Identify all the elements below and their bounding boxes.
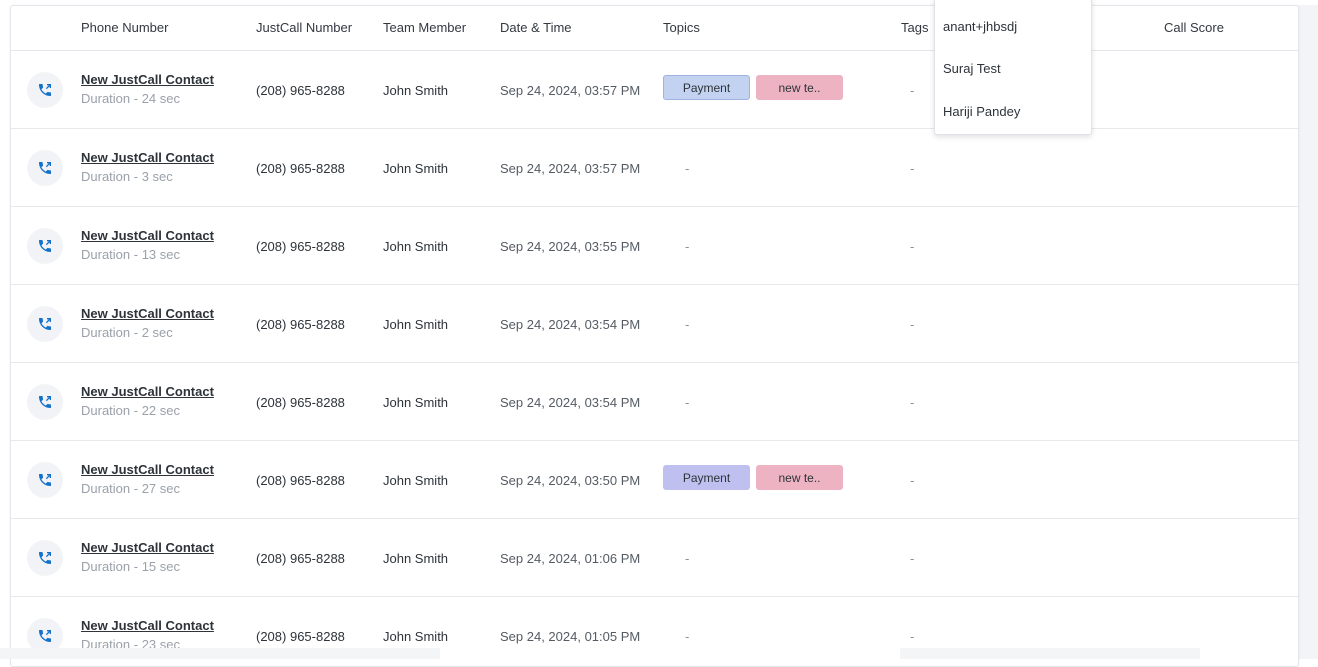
topics-empty: -: [685, 161, 690, 176]
topics-empty: -: [685, 317, 690, 332]
contact-name-link[interactable]: New JustCall Contact: [81, 306, 214, 321]
topics-empty: -: [685, 239, 690, 254]
team-member: John Smith: [383, 395, 449, 410]
team-member: John Smith: [383, 317, 449, 332]
call-log-table: Phone Number JustCall Number Team Member…: [10, 5, 1299, 667]
column-header-team-member[interactable]: Team Member: [383, 20, 466, 35]
incoming-call-icon[interactable]: [27, 540, 63, 576]
contact-name-link[interactable]: New JustCall Contact: [81, 384, 214, 399]
bottom-bar: [900, 648, 1200, 659]
tags-value: -: [910, 629, 915, 644]
incoming-call-icon[interactable]: [27, 384, 63, 420]
dropdown-option[interactable]: anant+jhbsdj: [943, 19, 1017, 34]
table-row[interactable]: New JustCall Contact Duration - 13 sec (…: [11, 207, 1298, 285]
date-time: Sep 24, 2024, 01:05 PM: [500, 629, 641, 644]
topic-badge-new[interactable]: new te..: [756, 465, 843, 490]
incoming-call-icon[interactable]: [27, 150, 63, 186]
justcall-number: (208) 965-8288: [256, 317, 345, 332]
team-member: John Smith: [383, 161, 449, 176]
table-header: Phone Number JustCall Number Team Member…: [11, 6, 1298, 51]
justcall-number: (208) 965-8288: [256, 395, 345, 410]
table-row[interactable]: New JustCall Contact Duration - 15 sec (…: [11, 519, 1298, 597]
date-time: Sep 24, 2024, 01:06 PM: [500, 551, 641, 566]
justcall-number: (208) 965-8288: [256, 161, 345, 176]
topic-badge-payment[interactable]: Payment: [663, 75, 750, 100]
team-member: John Smith: [383, 239, 449, 254]
call-duration: Duration - 27 sec: [81, 481, 180, 496]
table-row[interactable]: New JustCall Contact Duration - 27 sec (…: [11, 441, 1298, 519]
tags-value: -: [910, 395, 915, 410]
tags-value: -: [910, 317, 915, 332]
contact-name-link[interactable]: New JustCall Contact: [81, 540, 214, 555]
call-duration: Duration - 2 sec: [81, 325, 173, 340]
justcall-number: (208) 965-8288: [256, 629, 345, 644]
table-row[interactable]: New JustCall Contact Duration - 2 sec (2…: [11, 285, 1298, 363]
justcall-number: (208) 965-8288: [256, 239, 345, 254]
topics-empty: -: [685, 551, 690, 566]
incoming-call-icon[interactable]: [27, 462, 63, 498]
call-duration: Duration - 13 sec: [81, 247, 180, 262]
justcall-number: (208) 965-8288: [256, 83, 345, 98]
scroll-gutter: [1297, 5, 1318, 659]
call-duration: Duration - 3 sec: [81, 169, 173, 184]
dropdown-option[interactable]: Hariji Pandey: [943, 104, 1020, 119]
team-member: John Smith: [383, 629, 449, 644]
column-header-phone-number[interactable]: Phone Number: [81, 20, 168, 35]
column-header-topics[interactable]: Topics: [663, 20, 700, 35]
tags-value: -: [910, 551, 915, 566]
call-duration: Duration - 15 sec: [81, 559, 180, 574]
topic-badge-new[interactable]: new te..: [756, 75, 843, 100]
contact-name-link[interactable]: New JustCall Contact: [81, 618, 214, 633]
tags-value: -: [910, 83, 915, 98]
tags-value: -: [910, 473, 915, 488]
team-member: John Smith: [383, 551, 449, 566]
table-row[interactable]: New JustCall Contact Duration - 24 sec (…: [11, 51, 1298, 129]
date-time: Sep 24, 2024, 03:54 PM: [500, 317, 641, 332]
incoming-call-icon[interactable]: [27, 306, 63, 342]
topics-empty: -: [685, 629, 690, 644]
justcall-number: (208) 965-8288: [256, 551, 345, 566]
call-duration: Duration - 24 sec: [81, 91, 180, 106]
date-time: Sep 24, 2024, 03:57 PM: [500, 83, 641, 98]
incoming-call-icon[interactable]: [27, 228, 63, 264]
table-row[interactable]: New JustCall Contact Duration - 3 sec (2…: [11, 129, 1298, 207]
column-header-call-score[interactable]: Call Score: [1164, 20, 1224, 35]
date-time: Sep 24, 2024, 03:57 PM: [500, 161, 641, 176]
column-header-justcall-number[interactable]: JustCall Number: [256, 20, 352, 35]
contact-name-link[interactable]: New JustCall Contact: [81, 228, 214, 243]
incoming-call-icon[interactable]: [27, 72, 63, 108]
contact-name-link[interactable]: New JustCall Contact: [81, 72, 214, 87]
topics-empty: -: [685, 395, 690, 410]
date-time: Sep 24, 2024, 03:50 PM: [500, 473, 641, 488]
column-header-tags[interactable]: Tags: [901, 20, 928, 35]
justcall-number: (208) 965-8288: [256, 473, 345, 488]
bottom-bar: [0, 648, 440, 659]
tags-value: -: [910, 161, 915, 176]
table-row[interactable]: New JustCall Contact Duration - 22 sec (…: [11, 363, 1298, 441]
team-member: John Smith: [383, 83, 449, 98]
topic-badge-payment[interactable]: Payment: [663, 465, 750, 490]
date-time: Sep 24, 2024, 03:54 PM: [500, 395, 641, 410]
date-time: Sep 24, 2024, 03:55 PM: [500, 239, 641, 254]
tags-value: -: [910, 239, 915, 254]
call-duration: Duration - 22 sec: [81, 403, 180, 418]
contact-name-link[interactable]: New JustCall Contact: [81, 150, 214, 165]
dropdown-option[interactable]: Suraj Test: [943, 61, 1001, 76]
contact-name-link[interactable]: New JustCall Contact: [81, 462, 214, 477]
column-header-date-time[interactable]: Date & Time: [500, 20, 572, 35]
team-member: John Smith: [383, 473, 449, 488]
team-member-dropdown: anant+jhbsdj Suraj Test Hariji Pandey: [934, 0, 1092, 135]
